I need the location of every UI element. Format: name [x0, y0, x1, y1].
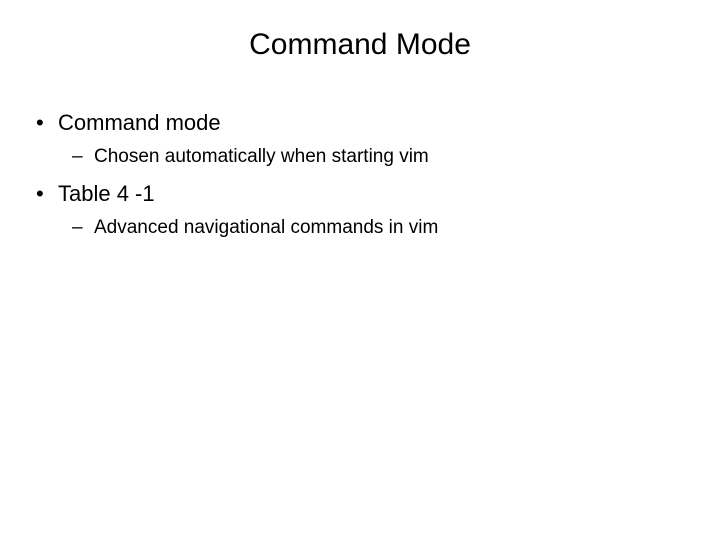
bullet-level-1: Table 4 -1	[30, 179, 690, 209]
bullet-level-2: Chosen automatically when starting vim	[30, 144, 690, 170]
slide-title: Command Mode	[0, 28, 720, 62]
bullet-text: Command mode	[58, 110, 221, 135]
bullet-text: Table 4 -1	[58, 181, 155, 206]
slide-body: Command mode Chosen automatically when s…	[30, 108, 690, 251]
bullet-level-1: Command mode	[30, 108, 690, 138]
bullet-level-2: Advanced navigational commands in vim	[30, 215, 690, 241]
bullet-text: Chosen automatically when starting vim	[94, 146, 429, 167]
slide: Command Mode Command mode Chosen automat…	[0, 0, 720, 540]
bullet-text: Advanced navigational commands in vim	[94, 217, 438, 238]
